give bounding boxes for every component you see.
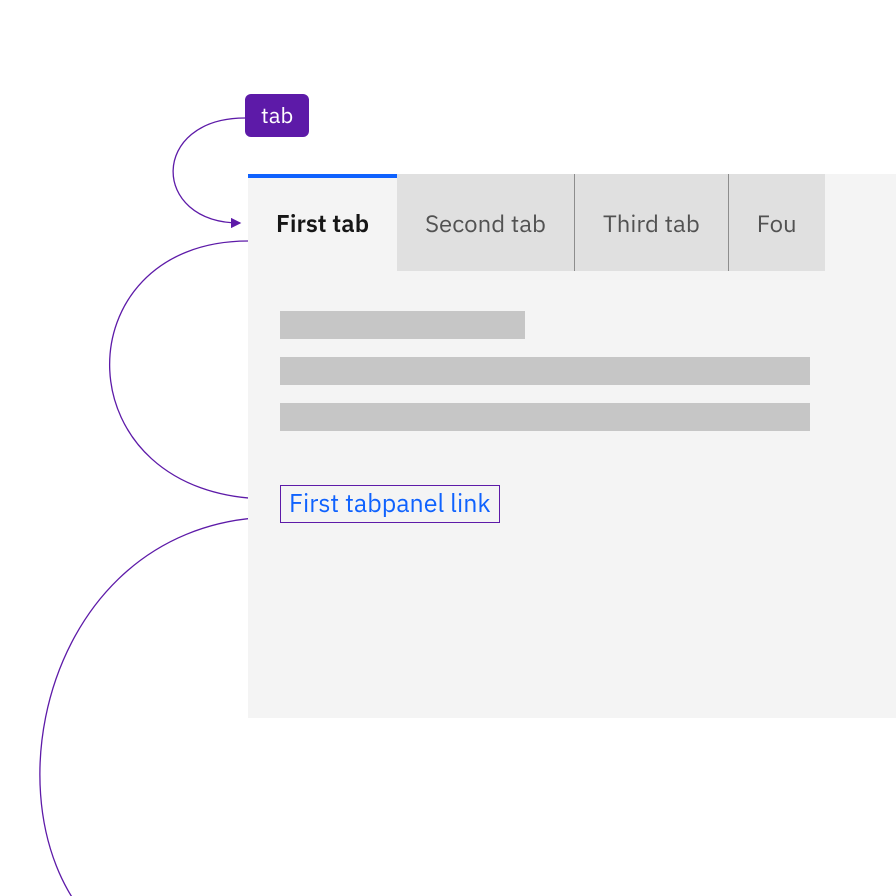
tabpanel-link-text: First tabpanel link [289, 486, 491, 519]
tab-label: Third tab [603, 207, 700, 239]
tab-label: First tab [276, 207, 369, 239]
tab-first[interactable]: First tab [248, 174, 397, 271]
tab-label: Second tab [425, 207, 546, 239]
annotation-label-text: tab [261, 101, 293, 130]
skeleton-line [280, 403, 810, 431]
tab-third[interactable]: Third tab [575, 174, 729, 271]
tab-label: Fou [757, 207, 797, 239]
tablist: First tab Second tab Third tab Fou [248, 174, 896, 271]
skeleton-line [280, 357, 810, 385]
tabs-component: First tab Second tab Third tab Fou First… [248, 174, 896, 718]
tab-second[interactable]: Second tab [397, 174, 575, 271]
annotation-tab-label: tab [245, 94, 309, 137]
tabpanel: First tabpanel link [248, 271, 896, 563]
skeleton-line [280, 311, 525, 339]
tab-fourth[interactable]: Fou [729, 174, 825, 271]
tabpanel-link[interactable]: First tabpanel link [280, 485, 500, 523]
